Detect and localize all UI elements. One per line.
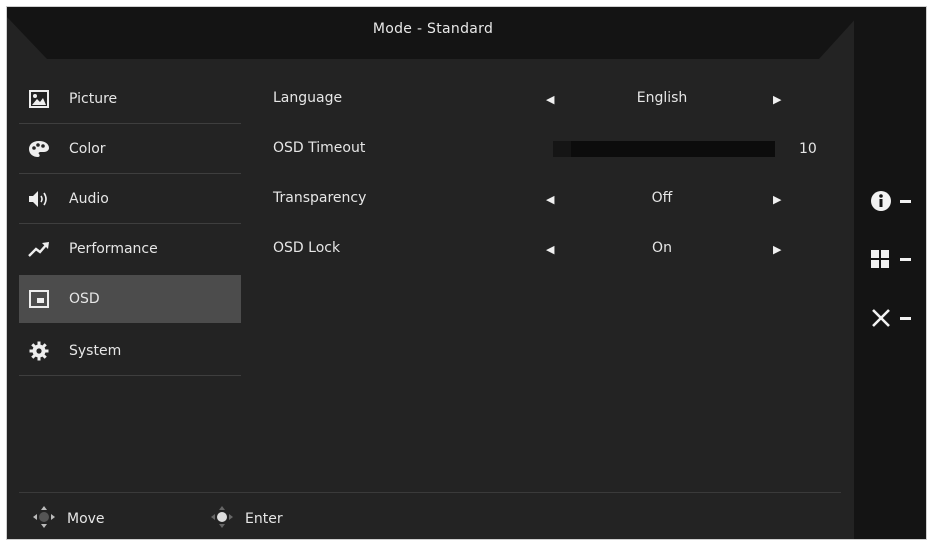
menu-hotkey[interactable] bbox=[870, 245, 914, 273]
move-hint: Move bbox=[31, 505, 105, 533]
transparency-label: Transparency bbox=[273, 190, 367, 206]
info-hotkey-dash bbox=[900, 200, 911, 203]
header-bar bbox=[7, 7, 859, 59]
transparency-left-arrow[interactable]: ◀ bbox=[546, 193, 554, 206]
language-right-arrow[interactable]: ▶ bbox=[773, 93, 781, 106]
sidebar-item-picture[interactable]: Picture bbox=[19, 75, 241, 123]
speaker-icon bbox=[19, 190, 59, 208]
transparency-value[interactable]: Off bbox=[567, 190, 757, 206]
sidebar-item-audio[interactable]: Audio bbox=[19, 175, 241, 223]
osd-lock-left-arrow[interactable]: ◀ bbox=[546, 243, 554, 256]
sidebar-item-system[interactable]: System bbox=[19, 327, 241, 375]
sidebar-item-label: Picture bbox=[69, 91, 118, 107]
osd-timeout-value: 10 bbox=[799, 141, 817, 157]
enter-icon bbox=[209, 505, 235, 533]
info-icon bbox=[870, 190, 892, 212]
osd-timeout-label: OSD Timeout bbox=[273, 140, 366, 156]
sidebar-item-label: System bbox=[69, 343, 122, 359]
mode-title: Mode - Standard bbox=[372, 21, 494, 37]
sidebar-item-color[interactable]: Color bbox=[19, 125, 241, 173]
osd-menu: Mode - Standard Picture Color Audio Perf… bbox=[6, 6, 927, 540]
palette-icon bbox=[19, 140, 59, 158]
sidebar-divider bbox=[19, 123, 241, 124]
sidebar-item-osd[interactable]: OSD bbox=[19, 275, 241, 323]
language-left-arrow[interactable]: ◀ bbox=[546, 93, 554, 106]
gear-icon bbox=[19, 341, 59, 361]
move-label: Move bbox=[67, 511, 105, 527]
sidebar-item-label: Performance bbox=[69, 241, 158, 257]
enter-label: Enter bbox=[245, 511, 283, 527]
move-icon bbox=[31, 505, 57, 533]
hotkey-bar bbox=[854, 7, 926, 539]
sidebar-divider bbox=[19, 173, 241, 174]
language-label: Language bbox=[273, 90, 343, 106]
sidebar-divider bbox=[19, 223, 241, 224]
sidebar-item-label: Color bbox=[69, 141, 106, 157]
close-hotkey[interactable] bbox=[870, 304, 914, 332]
sidebar-item-performance[interactable]: Performance bbox=[19, 225, 241, 273]
footer-divider bbox=[19, 492, 841, 493]
transparency-right-arrow[interactable]: ▶ bbox=[773, 193, 781, 206]
osd-lock-right-arrow[interactable]: ▶ bbox=[773, 243, 781, 256]
sidebar-item-label: Audio bbox=[69, 191, 109, 207]
osd-lock-label: OSD Lock bbox=[273, 240, 341, 256]
menu-hotkey-dash bbox=[900, 258, 911, 261]
picture-icon bbox=[19, 90, 59, 108]
info-hotkey[interactable] bbox=[870, 187, 914, 215]
close-icon bbox=[870, 307, 892, 329]
osd-lock-value[interactable]: On bbox=[567, 240, 757, 256]
sidebar-item-label: OSD bbox=[69, 291, 100, 307]
osd-window-icon bbox=[19, 290, 59, 308]
enter-hint: Enter bbox=[209, 505, 283, 533]
osd-timeout-slider-fill bbox=[553, 141, 571, 157]
osd-timeout-slider[interactable] bbox=[553, 141, 775, 157]
trend-up-icon bbox=[19, 241, 59, 257]
sidebar-divider bbox=[19, 375, 241, 376]
close-hotkey-dash bbox=[900, 317, 911, 320]
language-value[interactable]: English bbox=[567, 90, 757, 106]
grid-icon bbox=[870, 249, 890, 269]
